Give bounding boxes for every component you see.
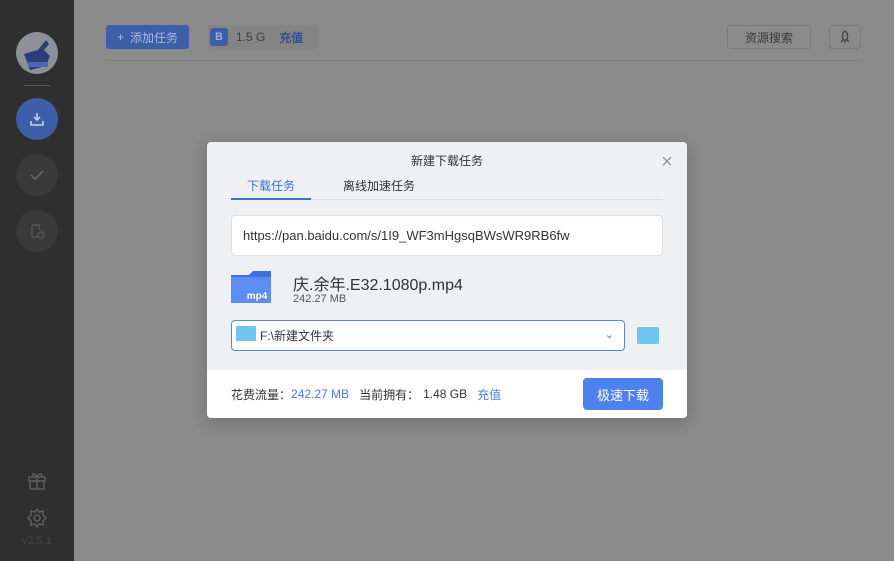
fast-download-button[interactable]: 极速下载	[583, 378, 663, 410]
tab-download-task[interactable]: 下载任务	[231, 177, 311, 200]
resource-search-button[interactable]: 资源搜索	[727, 25, 811, 49]
close-icon[interactable]: ×	[659, 152, 675, 172]
gear-icon[interactable]	[25, 506, 49, 530]
file-name: 庆.余年.E32.1080p.mp4	[293, 277, 463, 294]
mp4-file-icon: mp4	[231, 271, 271, 303]
nav-completed[interactable]	[16, 154, 58, 196]
tab-offline-task[interactable]: 离线加速任务	[343, 177, 415, 200]
rocket-icon	[840, 30, 850, 43]
quota-value: 1.5 G	[236, 30, 266, 44]
sidebar: v2.5.1	[0, 0, 74, 561]
file-size: 242.27 MB	[293, 293, 347, 305]
cost-value: 242.27 MB	[291, 387, 350, 401]
chevron-down-icon[interactable]: ⌄	[605, 328, 614, 341]
fuel-icon: B	[210, 28, 228, 46]
dialog-title: 新建下载任务	[410, 154, 483, 168]
recharge-link[interactable]: 充值	[477, 386, 501, 403]
download-icon	[30, 113, 44, 126]
add-task-button[interactable]: + 添加任务	[106, 25, 189, 49]
url-input[interactable]: https://pan.baidu.com/s/1I9_WF3mHgsqBWsW…	[231, 215, 663, 256]
document-clock-icon	[31, 224, 45, 239]
browse-folder-icon[interactable]	[637, 327, 659, 344]
avatar[interactable]	[16, 32, 58, 74]
new-download-dialog: 新建下载任务 × 下载任务 离线加速任务 https://pan.baidu.c…	[207, 142, 687, 418]
dialog-tabs: 下载任务 离线加速任务	[231, 177, 663, 200]
recharge-link[interactable]: 充值	[279, 29, 303, 46]
gift-icon[interactable]	[25, 468, 49, 492]
check-icon	[30, 170, 44, 181]
add-task-label: 添加任务	[130, 30, 179, 45]
file-ext: mp4	[247, 291, 268, 302]
version-label: v2.5.1	[22, 535, 52, 547]
folder-icon	[236, 326, 256, 341]
plus-icon: +	[116, 30, 124, 44]
toolbar: + 添加任务 B 1.5 G 充值 资源搜索	[106, 25, 861, 61]
divider	[24, 85, 50, 86]
save-path-value: F:\新建文件夹	[260, 329, 334, 343]
rocket-button[interactable]	[829, 25, 861, 49]
own-label: 当前拥有：	[359, 387, 420, 402]
cost-label: 花费流量：	[231, 387, 292, 402]
nav-history[interactable]	[16, 210, 58, 252]
quota-panel: B 1.5 G 充值	[208, 25, 318, 49]
dialog-footer: 花费流量： 242.27 MB 当前拥有： 1.48 GB 充值 极速下载	[207, 370, 687, 418]
own-value: 1.48 GB	[423, 387, 468, 401]
save-path-select[interactable]: F:\新建文件夹 ⌄	[231, 320, 625, 351]
nav-downloading[interactable]	[16, 98, 58, 140]
